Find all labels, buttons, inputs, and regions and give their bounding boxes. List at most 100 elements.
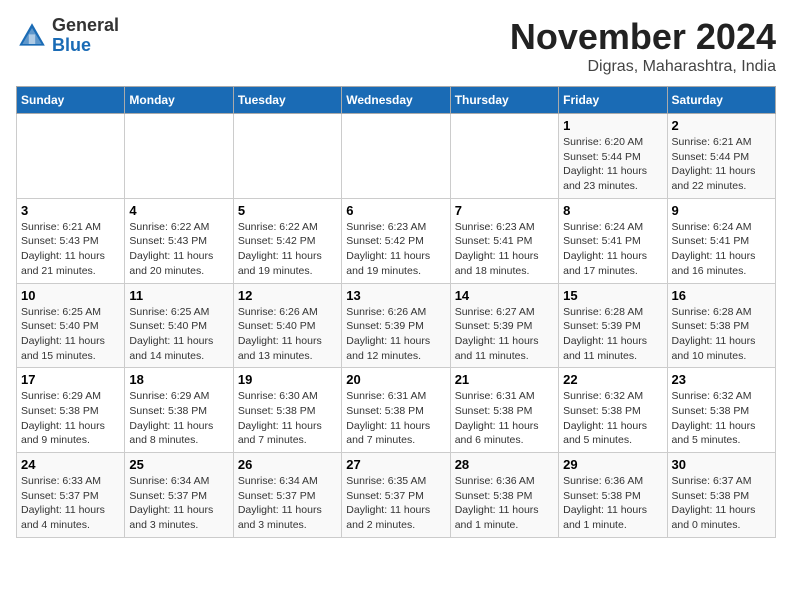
calendar-cell: 4 Sunrise: 6:22 AM Sunset: 5:43 PM Daylig… (125, 198, 233, 283)
day-number: 19 (238, 372, 337, 387)
calendar-cell: 30 Sunrise: 6:37 AM Sunset: 5:38 PM Dayli… (667, 453, 775, 538)
day-info: Sunrise: 6:22 AM Sunset: 5:43 PM Dayligh… (129, 220, 228, 279)
day-number: 4 (129, 203, 228, 218)
calendar-cell: 14Sunrise: 6:27 AM Sunset: 5:39 PM Dayli… (450, 283, 558, 368)
day-info: Sunrise: 6:25 AM Sunset: 5:40 PM Dayligh… (129, 305, 228, 364)
calendar-cell: 10Sunrise: 6:25 AM Sunset: 5:40 PM Dayli… (17, 283, 125, 368)
day-info: Sunrise: 6:32 AM Sunset: 5:38 PM Dayligh… (672, 389, 771, 448)
day-info: Sunrise: 6:36 AM Sunset: 5:38 PM Dayligh… (563, 474, 662, 533)
day-info: Sunrise: 6:20 AM Sunset: 5:44 PM Dayligh… (563, 135, 662, 194)
weekday-header: Friday (559, 87, 667, 114)
calendar-cell: 22 Sunrise: 6:32 AM Sunset: 5:38 PM Dayli… (559, 368, 667, 453)
calendar-cell: 19 Sunrise: 6:30 AM Sunset: 5:38 PM Dayli… (233, 368, 341, 453)
day-info: Sunrise: 6:32 AM Sunset: 5:38 PM Dayligh… (563, 389, 662, 448)
day-number: 11 (129, 288, 228, 303)
weekday-header: Monday (125, 87, 233, 114)
calendar-cell: 18 Sunrise: 6:29 AM Sunset: 5:38 PM Dayli… (125, 368, 233, 453)
day-number: 2 (672, 118, 771, 133)
weekday-header: Tuesday (233, 87, 341, 114)
day-number: 16 (672, 288, 771, 303)
calendar-cell (233, 114, 341, 199)
weekday-header: Wednesday (342, 87, 450, 114)
calendar-cell: 23 Sunrise: 6:32 AM Sunset: 5:38 PM Dayli… (667, 368, 775, 453)
weekday-header: Saturday (667, 87, 775, 114)
day-number: 29 (563, 457, 662, 472)
day-number: 27 (346, 457, 445, 472)
calendar-cell: 7 Sunrise: 6:23 AM Sunset: 5:41 PM Daylig… (450, 198, 558, 283)
title-block: November 2024 Digras, Maharashtra, India (510, 16, 776, 76)
day-info: Sunrise: 6:23 AM Sunset: 5:41 PM Dayligh… (455, 220, 554, 279)
logo-icon (16, 20, 48, 52)
day-info: Sunrise: 6:24 AM Sunset: 5:41 PM Dayligh… (672, 220, 771, 279)
calendar-cell: 21 Sunrise: 6:31 AM Sunset: 5:38 PM Dayli… (450, 368, 558, 453)
calendar-cell: 28Sunrise: 6:36 AM Sunset: 5:38 PM Dayli… (450, 453, 558, 538)
calendar-cell: 13 Sunrise: 6:26 AM Sunset: 5:39 PM Dayli… (342, 283, 450, 368)
logo-blue-text: Blue (52, 35, 91, 55)
day-number: 9 (672, 203, 771, 218)
calendar-cell: 29 Sunrise: 6:36 AM Sunset: 5:38 PM Dayli… (559, 453, 667, 538)
calendar-cell: 17 Sunrise: 6:29 AM Sunset: 5:38 PM Dayli… (17, 368, 125, 453)
calendar-cell: 25 Sunrise: 6:34 AM Sunset: 5:37 PM Dayli… (125, 453, 233, 538)
day-info: Sunrise: 6:37 AM Sunset: 5:38 PM Dayligh… (672, 474, 771, 533)
calendar-cell: 8 Sunrise: 6:24 AM Sunset: 5:41 PM Daylig… (559, 198, 667, 283)
calendar-cell: 12 Sunrise: 6:26 AM Sunset: 5:40 PM Dayli… (233, 283, 341, 368)
calendar-cell: 27 Sunrise: 6:35 AM Sunset: 5:37 PM Dayli… (342, 453, 450, 538)
day-info: Sunrise: 6:34 AM Sunset: 5:37 PM Dayligh… (238, 474, 337, 533)
day-number: 15 (563, 288, 662, 303)
day-number: 5 (238, 203, 337, 218)
calendar-cell (342, 114, 450, 199)
day-info: Sunrise: 6:21 AM Sunset: 5:44 PM Dayligh… (672, 135, 771, 194)
day-number: 17 (21, 372, 120, 387)
day-number: 23 (672, 372, 771, 387)
day-number: 1 (563, 118, 662, 133)
day-info: Sunrise: 6:27 AM Sunset: 5:39 PM Dayligh… (455, 305, 554, 364)
calendar-cell (450, 114, 558, 199)
calendar-cell: 20 Sunrise: 6:31 AM Sunset: 5:38 PM Dayli… (342, 368, 450, 453)
calendar-cell: 2 Sunrise: 6:21 AM Sunset: 5:44 PM Daylig… (667, 114, 775, 199)
day-number: 24 (21, 457, 120, 472)
calendar-cell: 1 Sunrise: 6:20 AM Sunset: 5:44 PM Daylig… (559, 114, 667, 199)
day-number: 21 (455, 372, 554, 387)
weekday-header: Sunday (17, 87, 125, 114)
day-number: 6 (346, 203, 445, 218)
day-info: Sunrise: 6:36 AM Sunset: 5:38 PM Dayligh… (455, 474, 554, 533)
day-info: Sunrise: 6:29 AM Sunset: 5:38 PM Dayligh… (21, 389, 120, 448)
day-info: Sunrise: 6:34 AM Sunset: 5:37 PM Dayligh… (129, 474, 228, 533)
day-number: 12 (238, 288, 337, 303)
calendar-cell: 6 Sunrise: 6:23 AM Sunset: 5:42 PM Daylig… (342, 198, 450, 283)
day-number: 8 (563, 203, 662, 218)
day-info: Sunrise: 6:23 AM Sunset: 5:42 PM Dayligh… (346, 220, 445, 279)
page-header: General Blue November 2024 Digras, Mahar… (16, 16, 776, 76)
calendar-cell (17, 114, 125, 199)
day-info: Sunrise: 6:25 AM Sunset: 5:40 PM Dayligh… (21, 305, 120, 364)
day-info: Sunrise: 6:29 AM Sunset: 5:38 PM Dayligh… (129, 389, 228, 448)
location-subtitle: Digras, Maharashtra, India (510, 58, 776, 76)
day-info: Sunrise: 6:31 AM Sunset: 5:38 PM Dayligh… (346, 389, 445, 448)
day-info: Sunrise: 6:28 AM Sunset: 5:38 PM Dayligh… (672, 305, 771, 364)
calendar-cell: 24Sunrise: 6:33 AM Sunset: 5:37 PM Dayli… (17, 453, 125, 538)
calendar-cell: 3 Sunrise: 6:21 AM Sunset: 5:43 PM Daylig… (17, 198, 125, 283)
day-number: 7 (455, 203, 554, 218)
calendar-cell: 11 Sunrise: 6:25 AM Sunset: 5:40 PM Dayli… (125, 283, 233, 368)
day-number: 3 (21, 203, 120, 218)
calendar-cell: 9 Sunrise: 6:24 AM Sunset: 5:41 PM Daylig… (667, 198, 775, 283)
calendar-cell: 5 Sunrise: 6:22 AM Sunset: 5:42 PM Daylig… (233, 198, 341, 283)
day-number: 20 (346, 372, 445, 387)
day-info: Sunrise: 6:35 AM Sunset: 5:37 PM Dayligh… (346, 474, 445, 533)
day-number: 30 (672, 457, 771, 472)
calendar-cell (125, 114, 233, 199)
day-number: 13 (346, 288, 445, 303)
logo: General Blue (16, 16, 119, 56)
logo-general-text: General (52, 15, 119, 35)
day-info: Sunrise: 6:31 AM Sunset: 5:38 PM Dayligh… (455, 389, 554, 448)
day-info: Sunrise: 6:30 AM Sunset: 5:38 PM Dayligh… (238, 389, 337, 448)
day-info: Sunrise: 6:21 AM Sunset: 5:43 PM Dayligh… (21, 220, 120, 279)
day-info: Sunrise: 6:24 AM Sunset: 5:41 PM Dayligh… (563, 220, 662, 279)
day-info: Sunrise: 6:22 AM Sunset: 5:42 PM Dayligh… (238, 220, 337, 279)
month-title: November 2024 (510, 16, 776, 58)
day-number: 22 (563, 372, 662, 387)
day-number: 25 (129, 457, 228, 472)
day-info: Sunrise: 6:26 AM Sunset: 5:40 PM Dayligh… (238, 305, 337, 364)
day-info: Sunrise: 6:26 AM Sunset: 5:39 PM Dayligh… (346, 305, 445, 364)
day-number: 18 (129, 372, 228, 387)
